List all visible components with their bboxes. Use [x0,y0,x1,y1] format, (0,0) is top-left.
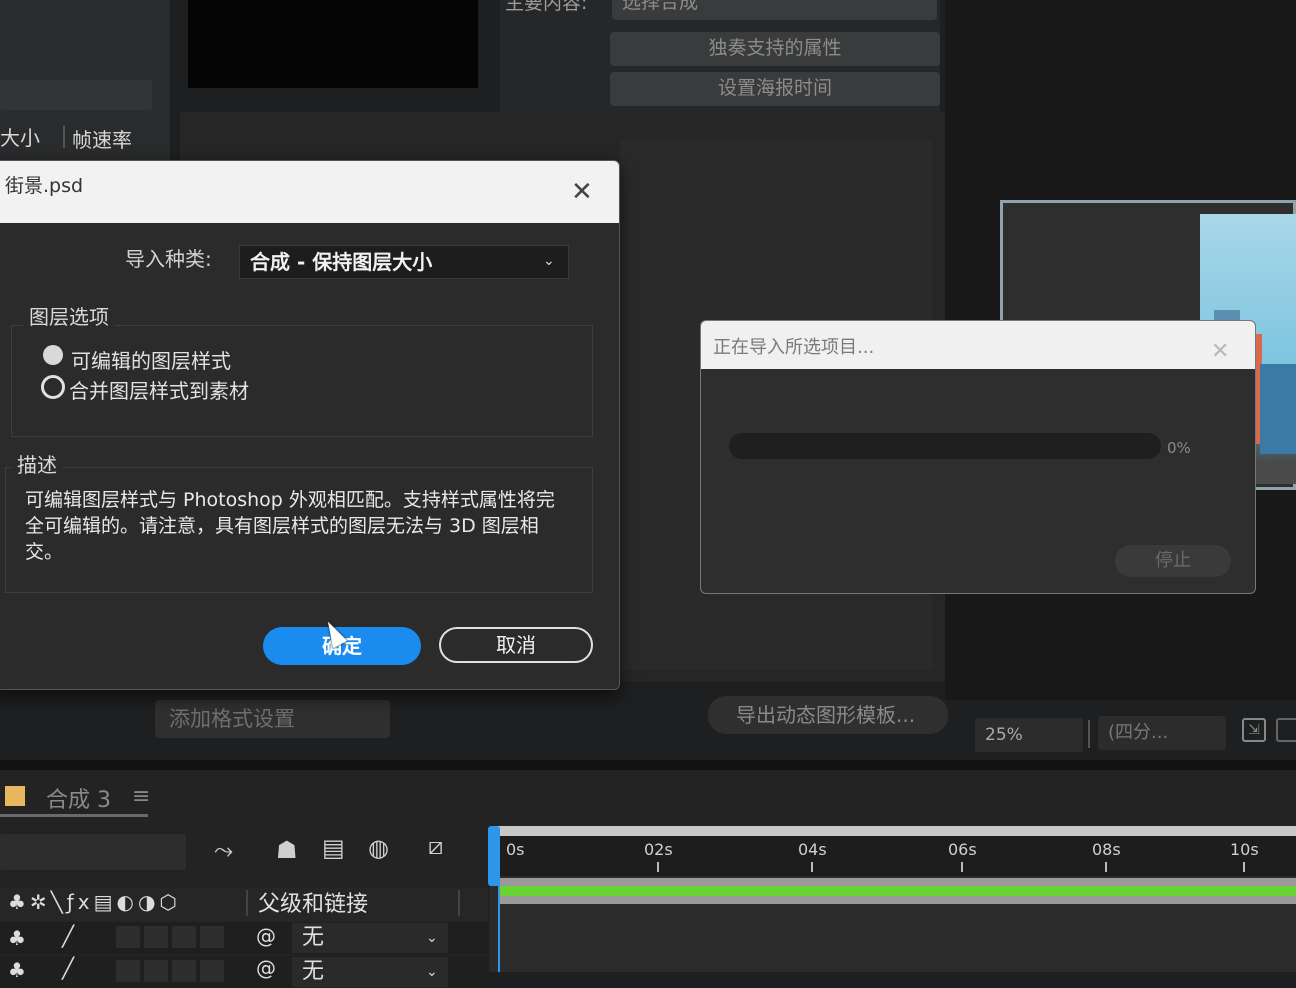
switch-column-icons: ♣✲╲ƒx▤◐◑⬡ [8,890,181,914]
magnification-dropdown[interactable]: 25% [975,718,1083,752]
resolution-dropdown[interactable]: (四分... [1098,716,1226,750]
layer-row[interactable]: ♣ ╱ @ 无 ⌄ [0,922,488,954]
dialog-titlebar [0,161,619,223]
timeline-tab-comp3[interactable]: 合成 3 [46,782,111,814]
project-search-field[interactable] [0,80,152,110]
layer-duration-bar[interactable] [498,886,1296,896]
stop-button[interactable]: 停止 [1115,545,1231,577]
progress-percent: 0% [1167,439,1191,457]
ruler-label: 0s [506,840,525,859]
ruler-label: 06s [948,840,977,859]
switch-cell[interactable] [200,960,224,982]
ruler-tick [811,862,813,872]
description-label: 描述 [11,449,63,478]
chevron-down-icon: ⌄ [426,964,438,980]
layer-options-label: 图层选项 [23,301,115,330]
ruler-label: 08s [1092,840,1121,859]
quality-switch-icon[interactable]: ╱ [62,956,74,980]
pick-whip-icon[interactable]: @ [256,924,276,948]
switch-cell[interactable] [172,926,196,948]
dialog-title: 街景.psd [5,175,84,197]
cancel-button[interactable]: 取消 [439,627,593,663]
add-format-dropdown[interactable]: 添加格式设置 [155,700,390,738]
ruler-label: 10s [1230,840,1259,859]
chevron-down-icon[interactable]: ⌄ [543,253,555,269]
column-divider [246,890,248,916]
switch-cell[interactable] [144,960,168,982]
project-thumbnail [188,0,478,88]
import-progress-dialog: 正在导入所选项目... ✕ 0% 停止 [700,320,1256,594]
psd-import-dialog: 街景.psd ✕ 导入种类: 合成 - 保持图层大小 ⌄ 图层选项 可编辑的图层… [0,160,620,690]
composition-icon [5,786,25,806]
shy-icon[interactable]: ♣ [8,958,26,982]
toggle-transparency-grid-icon[interactable] [1276,718,1296,742]
export-motion-graphics-template-button[interactable]: 导出动态图形模板... [708,696,948,734]
column-header-size[interactable]: 大小 [0,122,40,151]
toolbar-divider [1088,720,1090,748]
close-icon[interactable]: ✕ [1211,341,1229,363]
parent-value: 无 [302,925,325,950]
parent-link-column-header[interactable]: 父级和链接 [258,886,368,918]
option-editable-label[interactable]: 可编辑的图层样式 [71,345,231,374]
switch-cell[interactable] [200,926,224,948]
work-area-bar[interactable] [492,826,1296,836]
timeline-search-input[interactable] [0,834,186,870]
chevron-down-icon: ⌄ [426,930,438,946]
parent-dropdown[interactable]: 无 ⌄ [292,957,448,987]
panel-divider [0,760,1296,770]
switch-cell[interactable] [116,960,140,982]
column-divider [63,126,65,148]
solo-supported-properties-button[interactable]: 独奏支持的属性 [610,32,940,66]
import-kind-label: 导入种类: [125,247,212,271]
shy-icon[interactable]: ♣ [8,926,26,950]
column-header-fps[interactable]: 帧速率 [72,124,132,153]
fast-previews-icon[interactable]: ⇲ [1242,718,1266,742]
set-poster-time-button[interactable]: 设置海报时间 [610,72,940,106]
current-time-indicator[interactable] [488,826,500,886]
ruler-tick [961,862,963,872]
layer-row[interactable]: ♣ ╱ @ 无 ⌄ [0,956,488,988]
current-time-line [498,880,500,972]
primary-content-label: 主要内容: [505,0,588,14]
shy-layers-icon[interactable]: ☗ [276,836,298,864]
choose-comp-dropdown[interactable]: 选择合成 [612,0,937,20]
pick-whip-icon[interactable]: @ [256,956,276,980]
progress-track [729,433,1161,459]
composition-flowchart-icon[interactable]: ⤳ [214,836,233,864]
import-kind-dropdown[interactable]: 合成 - 保持图层大小 [239,245,569,279]
frame-blending-icon[interactable]: ▤ [322,834,345,862]
ruler-tick [1105,862,1107,872]
quality-switch-icon[interactable]: ╱ [62,924,74,948]
parent-dropdown[interactable]: 无 ⌄ [292,923,448,953]
building-shape [1260,364,1296,454]
ruler-tick [1243,862,1245,872]
radio-editable-layer-styles[interactable] [43,345,63,365]
dialog-title: 正在导入所选项目... [713,337,875,358]
active-tab-underline [0,814,148,817]
layer-track-gap [498,904,1296,918]
ruler-label: 04s [798,840,827,859]
close-icon[interactable]: ✕ [571,179,593,205]
switch-cell[interactable] [172,960,196,982]
ruler-tick [657,862,659,872]
radio-merge-layer-styles[interactable] [41,375,65,399]
ruler-label: 02s [644,840,673,859]
column-divider [458,890,460,916]
graph-editor-icon[interactable]: ⧄ [428,832,443,860]
switch-cell[interactable] [144,926,168,948]
description-text: 可编辑图层样式与 Photoshop 外观相匹配。支持样式属性将完全可编辑的。请… [25,489,555,563]
panel-menu-icon[interactable]: ≡ [132,784,150,809]
option-merge-label[interactable]: 合并图层样式到素材 [69,375,249,404]
switch-cell[interactable] [116,926,140,948]
motion-blur-icon[interactable]: ◍ [368,834,389,862]
